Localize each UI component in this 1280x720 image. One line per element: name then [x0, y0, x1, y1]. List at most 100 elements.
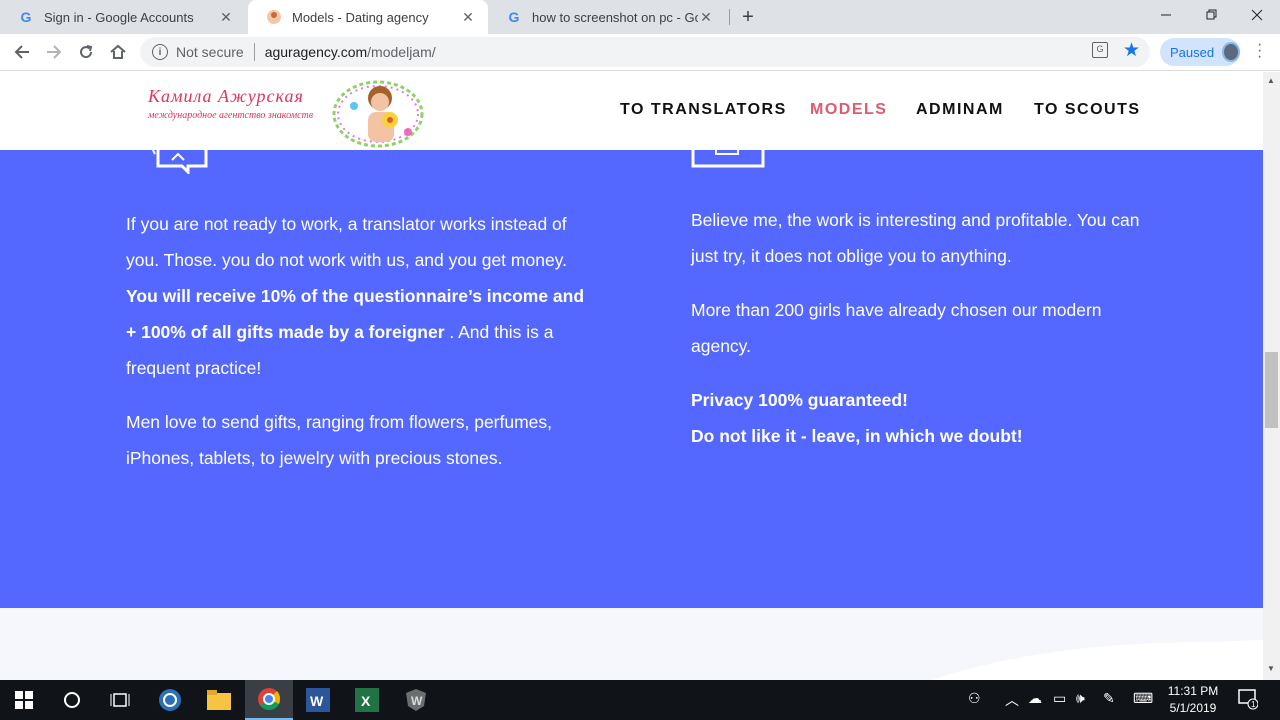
- windows-taskbar: W X W ⚇ ︿ ☁ ▭ 🕪 ✎ ⌨ 11:31 PM 5/1/2019 1: [0, 680, 1280, 720]
- show-hidden-icons-chevron-icon[interactable]: ︿: [1005, 690, 1019, 710]
- svg-text:X: X: [361, 693, 371, 709]
- site-logo[interactable]: Камила Ажурская международное агентство …: [148, 86, 313, 121]
- taskbar-chrome[interactable]: [245, 680, 293, 720]
- action-center-icon[interactable]: 1: [1238, 688, 1259, 713]
- chrome-icon: [258, 688, 281, 710]
- onedrive-cloud-icon[interactable]: ☁: [1028, 690, 1042, 707]
- notification-count: 1: [1251, 700, 1256, 709]
- taskbar-clock[interactable]: 11:31 PM 5/1/2019: [1158, 683, 1228, 717]
- logo-photo: [332, 80, 424, 148]
- task-view-icon: [110, 693, 130, 707]
- tab-models-dating-agency[interactable]: Models - Dating agency ✕: [248, 0, 488, 34]
- new-tab-button[interactable]: +: [737, 5, 759, 29]
- url-host: aguragency.com: [264, 44, 368, 60]
- profile-status: Paused: [1170, 44, 1215, 60]
- word-icon: W: [306, 688, 330, 712]
- tab-how-to-screenshot[interactable]: G how to screenshot on pc - Googl ✕: [488, 0, 726, 34]
- logo-name: Камила Ажурская: [148, 86, 304, 106]
- info-icon[interactable]: i: [152, 44, 168, 60]
- close-tab-icon[interactable]: ✕: [698, 9, 714, 26]
- web-page: Камила Ажурская международное агентство …: [0, 72, 1263, 680]
- restore-button[interactable]: [1189, 0, 1235, 30]
- privacy-guarantee: Privacy 100% guaranteed!: [691, 390, 908, 410]
- scrollbar-thumb[interactable]: [1265, 352, 1278, 428]
- taskbar-word[interactable]: W: [294, 680, 342, 720]
- reload-button[interactable]: [74, 40, 98, 64]
- logo-tagline: международное агентство знакомств: [148, 110, 314, 121]
- security-label: Not secure: [176, 44, 244, 60]
- left-paragraph-1: If you are not ready to work, a translat…: [126, 206, 586, 386]
- avatar: [1222, 42, 1240, 62]
- omnibox-divider: [253, 43, 255, 61]
- browser-tab-strip: G Sign in - Google Accounts ✕ Models - D…: [0, 0, 1280, 34]
- close-window-button[interactable]: [1234, 0, 1280, 30]
- site-favicon-icon: [266, 9, 282, 25]
- back-button[interactable]: [10, 40, 34, 64]
- nav-to-translators[interactable]: TO TRANSLATORS: [620, 101, 787, 119]
- taskbar-game-app[interactable]: W: [392, 680, 440, 720]
- clock-time: 11:31 PM: [1167, 684, 1219, 698]
- site-header: Камила Ажурская международное агентство …: [0, 72, 1263, 150]
- people-icon[interactable]: ⚇: [968, 690, 981, 707]
- google-g-icon: G: [20, 9, 32, 25]
- forward-arrow-icon: [47, 45, 62, 59]
- right-paragraph-3: Privacy 100% guaranteed! Do not like it -…: [691, 382, 1161, 454]
- page-scrollbar[interactable]: ▲ ▼: [1263, 72, 1280, 680]
- pen-workspace-icon[interactable]: ✎: [1103, 690, 1115, 707]
- right-paragraph-1: Believe me, the work is interesting and …: [691, 210, 1140, 266]
- leave-note: Do not like it - leave, in which we doub…: [691, 426, 1023, 446]
- folder-icon: [207, 690, 231, 710]
- volume-icon[interactable]: 🕪: [1076, 690, 1085, 707]
- profile-button[interactable]: Paused: [1160, 38, 1240, 66]
- chat-bubble-icon: [152, 150, 208, 174]
- svg-text:W: W: [310, 693, 324, 709]
- reload-icon: [80, 45, 93, 59]
- nav-to-scouts[interactable]: TO SCOUTS: [1034, 101, 1141, 119]
- tab-google-accounts[interactable]: G Sign in - Google Accounts ✕: [0, 0, 246, 34]
- right-column: Believe me, the work is interesting and …: [691, 202, 1161, 472]
- clock-date: 5/1/2019: [1169, 701, 1217, 715]
- close-tab-icon[interactable]: ✕: [218, 9, 234, 26]
- box-icon: [691, 150, 765, 168]
- address-bar[interactable]: i Not secure aguragency.com/modeljam/: [140, 37, 1150, 67]
- tab-separator: [729, 9, 730, 25]
- decorative-wave: [932, 640, 1263, 680]
- back-arrow-icon: [14, 45, 29, 59]
- tab-title: how to screenshot on pc - Googl: [532, 9, 698, 25]
- translate-icon[interactable]: G: [1092, 42, 1108, 58]
- scroll-up-arrow-icon[interactable]: ▲: [1267, 76, 1275, 85]
- right-paragraph-2: More than 200 girls have already chosen …: [691, 300, 1102, 356]
- excel-icon: X: [355, 688, 379, 712]
- forward-button[interactable]: [42, 40, 66, 64]
- tab-title: Sign in - Google Accounts: [44, 9, 194, 25]
- left-paragraph-2: Men love to send gifts, ranging from flo…: [126, 412, 553, 468]
- nav-models[interactable]: MODELS: [810, 101, 887, 119]
- taskbar-app-teamviewer[interactable]: [146, 680, 194, 720]
- game-shield-icon: W: [406, 689, 426, 711]
- bookmark-star-icon[interactable]: ★: [1123, 39, 1140, 62]
- windows-logo-icon: [15, 691, 33, 709]
- left-p1-text: If you are not ready to work, a translat…: [126, 214, 567, 270]
- task-view-button[interactable]: [96, 680, 144, 720]
- left-column: If you are not ready to work, a translat…: [126, 206, 586, 494]
- scroll-down-arrow-icon[interactable]: ▼: [1267, 664, 1275, 673]
- keyboard-icon[interactable]: ⌨: [1133, 690, 1153, 707]
- network-icon[interactable]: ▭: [1053, 690, 1066, 707]
- taskbar-file-explorer[interactable]: [195, 680, 243, 720]
- benefits-section: If you are not ready to work, a translat…: [0, 150, 1263, 608]
- home-icon: [110, 44, 126, 59]
- taskbar-excel[interactable]: X: [343, 680, 391, 720]
- tab-title: Models - Dating agency: [292, 9, 429, 25]
- cortana-circle-icon: [64, 692, 80, 708]
- url-path: /modeljam/: [367, 44, 436, 60]
- cortana-button[interactable]: [48, 680, 96, 720]
- home-button[interactable]: [106, 40, 130, 64]
- nav-adminam[interactable]: ADMINAM: [916, 101, 1004, 119]
- start-button[interactable]: [0, 680, 48, 720]
- google-g-icon: G: [508, 9, 520, 25]
- close-tab-icon[interactable]: ✕: [460, 9, 476, 26]
- svg-text:W: W: [411, 694, 423, 708]
- kebab-menu-icon[interactable]: · · ·: [1257, 37, 1262, 65]
- minimize-button[interactable]: [1143, 0, 1189, 30]
- browser-toolbar: i Not secure aguragency.com/modeljam/ G …: [0, 34, 1280, 71]
